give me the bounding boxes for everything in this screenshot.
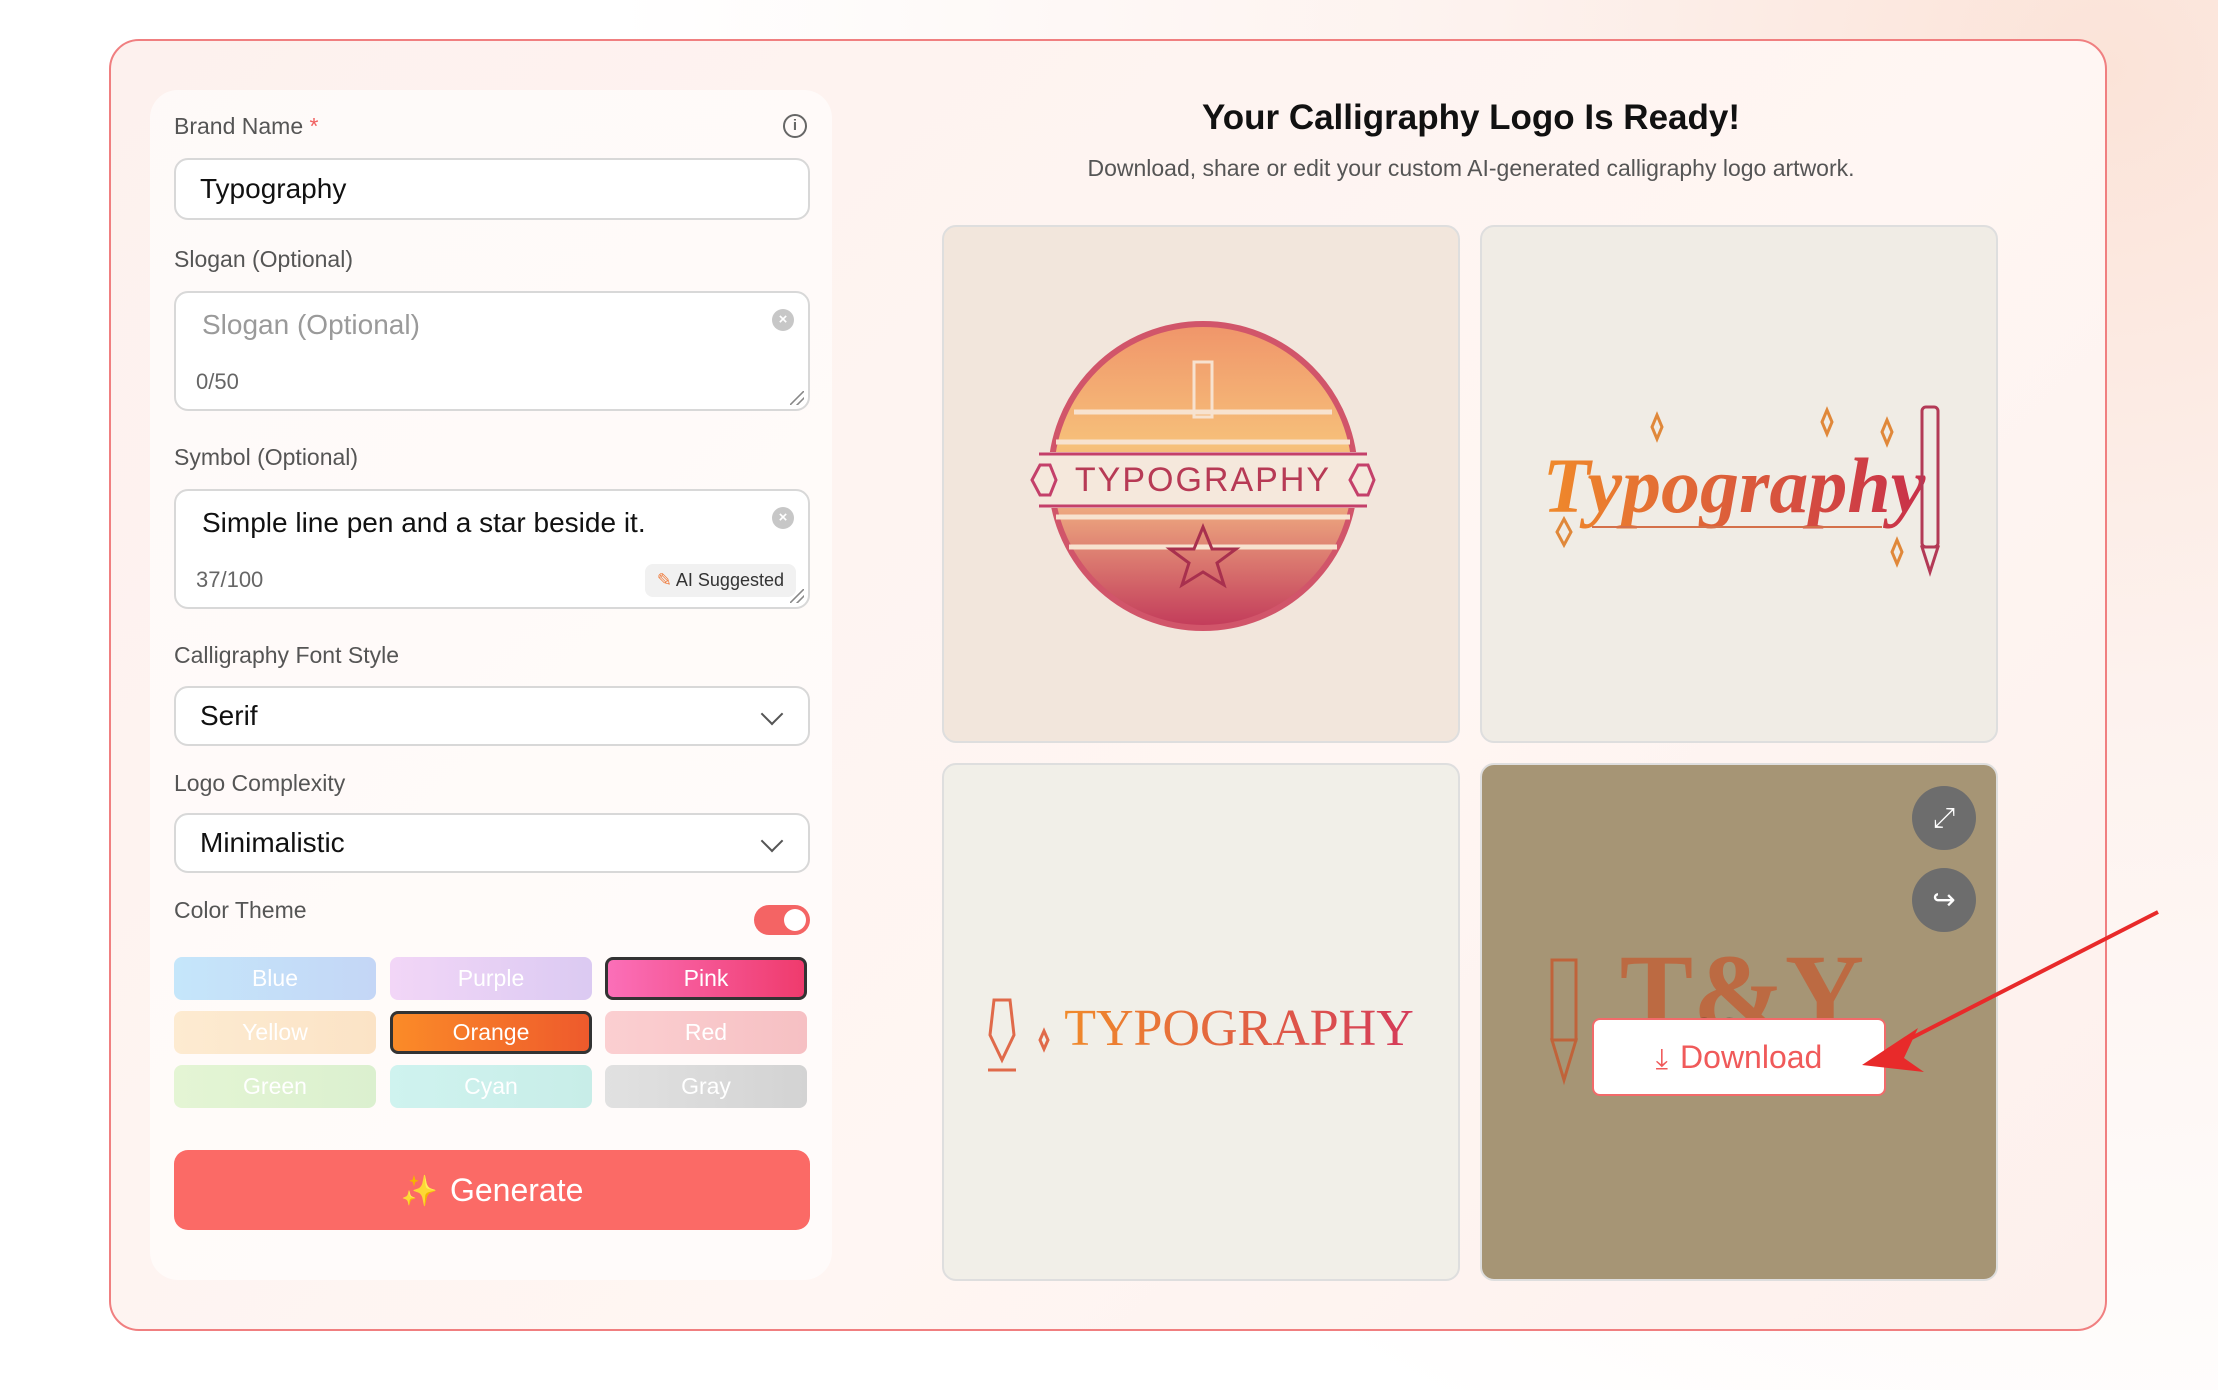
symbol-counter: 37/100 [196, 567, 264, 592]
chevron-down-icon [760, 829, 784, 853]
logo-complexity-select[interactable]: Minimalistic [174, 813, 810, 873]
generate-button[interactable]: ✨ Generate [174, 1150, 810, 1230]
logo-result-3[interactable]: TYPOGRAPHY [942, 763, 1460, 1281]
symbol-input[interactable]: Simple line pen and a star beside it. × … [174, 489, 810, 609]
info-icon[interactable]: i [783, 114, 807, 138]
font-style-select[interactable]: Serif [174, 686, 810, 746]
brand-name-value: Typography [200, 173, 347, 204]
color-chip-blue[interactable]: Blue [174, 957, 376, 1000]
brand-name-input[interactable]: Typography [174, 158, 810, 220]
slogan-input[interactable]: Slogan (Optional) × 0/50 [174, 291, 810, 411]
logo2-text: Typography [1543, 442, 1926, 529]
color-chip-gray[interactable]: Gray [605, 1065, 807, 1108]
page-title: Your Calligraphy Logo Is Ready! [1201, 98, 1741, 137]
color-chip-cyan[interactable]: Cyan [390, 1065, 592, 1108]
annotation-arrow [1862, 910, 2159, 1072]
logo-result-2[interactable]: Typography [1480, 225, 1998, 743]
download-icon: ⤓ [1655, 1043, 1669, 1074]
logo-result-1[interactable]: TYPOGRAPHY [942, 225, 1460, 743]
logo-complexity-value: Minimalistic [200, 827, 345, 858]
expand-icon: ⤢ [1932, 802, 1956, 833]
clear-icon[interactable]: × [772, 507, 794, 529]
font-style-value: Serif [200, 700, 258, 731]
resize-handle-icon[interactable] [790, 391, 804, 405]
logo1-text: TYPOGRAPHY [1075, 461, 1331, 499]
logo-script-artwork: Typography [1543, 405, 1941, 577]
logo3-text: TYPOGRAPHY [1064, 1000, 1414, 1057]
color-chip-purple[interactable]: Purple [390, 957, 592, 1000]
symbol-value: Simple line pen and a star beside it. [202, 507, 646, 538]
color-chip-orange[interactable]: Orange [390, 1011, 592, 1054]
chevron-down-icon [760, 702, 784, 726]
clear-icon[interactable]: × [772, 309, 794, 331]
slogan-label: Slogan (Optional) [174, 246, 353, 272]
magic-wand-icon: ✎ [656, 570, 672, 590]
ai-suggested-button[interactable]: ✎ AI Suggested [644, 564, 796, 597]
color-theme-label: Color Theme [174, 897, 307, 923]
color-chip-green[interactable]: Green [174, 1065, 376, 1108]
page-subtitle: Download, share or edit your custom AI-g… [1087, 155, 1855, 181]
font-style-label: Calligraphy Font Style [174, 642, 399, 668]
color-theme-toggle[interactable] [754, 905, 810, 935]
logo-badge-artwork: TYPOGRAPHY [1030, 321, 1376, 631]
color-chip-yellow[interactable]: Yellow [174, 1011, 376, 1054]
toggle-knob [784, 909, 806, 931]
symbol-label: Symbol (Optional) [174, 444, 359, 470]
expand-button[interactable]: ⤢ [1912, 786, 1976, 850]
brand-name-label: Brand Name * [174, 113, 319, 139]
logo-horizontal-artwork: TYPOGRAPHY [988, 998, 1414, 1072]
magic-wand-icon: ✨ [400, 1175, 438, 1208]
logo-complexity-label: Logo Complexity [174, 770, 346, 796]
resize-handle-icon[interactable] [790, 589, 804, 603]
color-chip-red[interactable]: Red [605, 1011, 807, 1054]
slogan-counter: 0/50 [196, 369, 239, 394]
color-chip-pink[interactable]: Pink [605, 957, 807, 1000]
slogan-placeholder: Slogan (Optional) [202, 309, 420, 340]
